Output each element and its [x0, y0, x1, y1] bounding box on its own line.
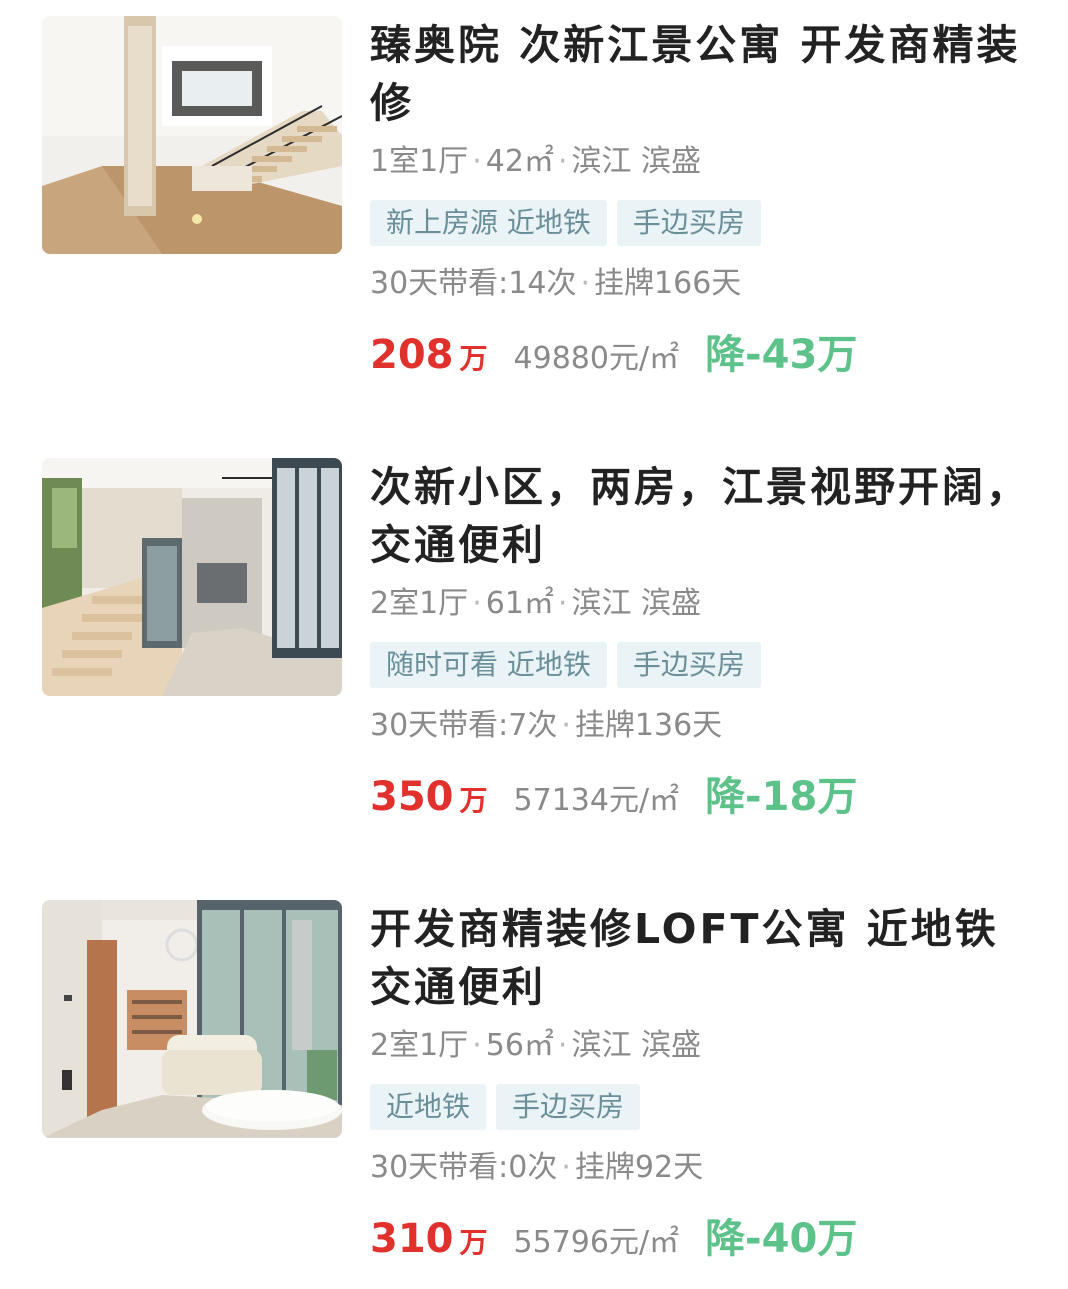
separator-dot: ·	[557, 144, 568, 179]
location: 滨江 滨盛	[571, 1028, 702, 1063]
total-price: 208	[370, 332, 454, 378]
tag-list: 近地铁 手边买房	[370, 1084, 1030, 1130]
listing-age: 挂牌136天	[574, 708, 723, 743]
listing-tag: 手边买房	[616, 642, 761, 688]
price-unit: 万	[459, 1226, 488, 1259]
price-row: 208 万 49880元/㎡ 降-43万	[370, 322, 1030, 378]
floor-area: 42㎡	[485, 144, 554, 179]
listing-title[interactable]: 臻奥院 次新江景公寓 开发商精装修	[370, 16, 1030, 132]
separator-dot: ·	[561, 708, 571, 743]
floor-area: 61㎡	[485, 586, 554, 621]
separator-dot: ·	[472, 586, 482, 621]
viewing-count: 30天带看:0次	[370, 1150, 558, 1185]
total-price: 350	[370, 774, 454, 820]
separator-dot: ·	[561, 1150, 571, 1185]
listing-tag: 随时可看 近地铁	[370, 642, 607, 688]
separator-dot: ·	[472, 144, 482, 179]
unit-price: 57134元/㎡	[513, 783, 680, 818]
room-layout: 1室1厅	[370, 144, 469, 179]
location: 滨江 滨盛	[571, 586, 702, 621]
listing-photo[interactable]	[42, 458, 342, 696]
listing-card[interactable]: 臻奥院 次新江景公寓 开发商精装修 1室1厅 · 42㎡ · 滨江 滨盛 新上房源 近地…	[0, 16, 1068, 436]
staircase-interior-image	[42, 16, 342, 254]
tag-list: 随时可看 近地铁 手边买房	[370, 642, 1030, 688]
listing-info: 臻奥院 次新江景公寓 开发商精装修 1室1厅 · 42㎡ · 滨江 滨盛 新上房源 近地…	[370, 16, 1030, 378]
living-room-image	[42, 900, 342, 1138]
listing-stats: 30天带看:7次 · 挂牌136天	[370, 706, 1030, 746]
listing-card[interactable]: 开发商精装修LOFT公寓 近地铁交通便利 2室1厅 · 56㎡ · 滨江 滨盛 近地铁手…	[0, 900, 1068, 1289]
total-price: 310	[370, 1216, 454, 1262]
listing-photo[interactable]	[42, 16, 342, 254]
room-layout: 2室1厅	[370, 586, 469, 621]
price-drop: 降-18万	[705, 774, 858, 820]
room-layout: 2室1厅	[370, 1028, 469, 1063]
listing-title[interactable]: 次新小区，两房，江景视野开阔，交通便利	[370, 458, 1030, 574]
listing-meta: 1室1厅 · 42㎡ · 滨江 滨盛	[370, 142, 1030, 182]
viewing-count: 30天带看:14次	[370, 266, 577, 301]
listing-photo[interactable]	[42, 900, 342, 1138]
listing-tag: 手边买房	[496, 1084, 641, 1130]
price-drop: 降-43万	[705, 332, 858, 378]
unit-price: 55796元/㎡	[513, 1225, 680, 1260]
loft-interior-image	[42, 458, 342, 696]
separator-dot: ·	[472, 1028, 482, 1063]
price-unit: 万	[459, 784, 488, 817]
listing-title[interactable]: 开发商精装修LOFT公寓 近地铁交通便利	[370, 900, 1030, 1016]
price-row: 310 万 55796元/㎡ 降-40万	[370, 1206, 1030, 1262]
listing-info: 开发商精装修LOFT公寓 近地铁交通便利 2室1厅 · 56㎡ · 滨江 滨盛 近地铁手…	[370, 900, 1030, 1262]
listing-tag: 手边买房	[616, 200, 761, 246]
listing-info: 次新小区，两房，江景视野开阔，交通便利 2室1厅 · 61㎡ · 滨江 滨盛 随时可看 …	[370, 458, 1030, 820]
listing-meta: 2室1厅 · 56㎡ · 滨江 滨盛	[370, 1026, 1030, 1066]
separator-dot: ·	[557, 586, 568, 621]
listing-stats: 30天带看:0次 · 挂牌92天	[370, 1148, 1030, 1188]
price-unit: 万	[459, 342, 488, 375]
separator-dot: ·	[580, 266, 591, 301]
listing-age: 挂牌92天	[574, 1150, 704, 1185]
listing-tag: 近地铁	[370, 1084, 487, 1130]
viewing-count: 30天带看:7次	[370, 708, 558, 743]
price-drop: 降-40万	[705, 1216, 858, 1262]
listing-list: 臻奥院 次新江景公寓 开发商精装修 1室1厅 · 42㎡ · 滨江 滨盛 新上房源 近地…	[0, 0, 1068, 1289]
tag-list: 新上房源 近地铁 手边买房	[370, 200, 1030, 246]
listing-stats: 30天带看:14次 · 挂牌166天	[370, 264, 1030, 304]
location: 滨江 滨盛	[571, 144, 702, 179]
listing-age: 挂牌166天	[594, 266, 742, 301]
listing-card[interactable]: 次新小区，两房，江景视野开阔，交通便利 2室1厅 · 61㎡ · 滨江 滨盛 随时可看 …	[0, 458, 1068, 878]
listing-tag: 新上房源 近地铁	[370, 200, 607, 246]
listing-meta: 2室1厅 · 61㎡ · 滨江 滨盛	[370, 584, 1030, 624]
price-row: 350 万 57134元/㎡ 降-18万	[370, 764, 1030, 820]
floor-area: 56㎡	[485, 1028, 554, 1063]
unit-price: 49880元/㎡	[513, 341, 680, 376]
separator-dot: ·	[557, 1028, 568, 1063]
